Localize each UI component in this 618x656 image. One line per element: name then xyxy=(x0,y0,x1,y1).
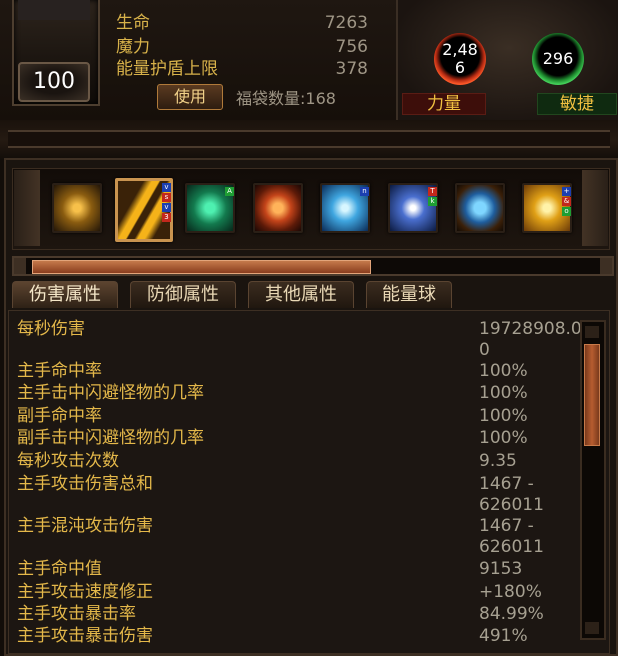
stat-mana: 魔力 756 xyxy=(116,36,368,58)
use-button[interactable]: 使用 xyxy=(157,84,223,110)
lightning-skill-icon[interactable]: n xyxy=(320,183,370,233)
attr-label: 主手攻击伤害总和 xyxy=(17,474,153,494)
stat-mana-value: 756 xyxy=(335,37,368,57)
stat-life-value: 7263 xyxy=(324,13,368,33)
attr-value: 100% xyxy=(479,383,528,403)
attr-label: 副手命中率 xyxy=(17,406,102,426)
tab-energy-orb[interactable]: 能量球 xyxy=(366,281,452,308)
key-v1: v xyxy=(162,183,171,192)
attr-value: 9153 xyxy=(479,559,523,579)
tab-damage[interactable]: 伤害属性 xyxy=(12,281,118,308)
attr-label: 主手攻击暴击伤害 xyxy=(17,626,153,646)
key-n: n xyxy=(360,187,369,196)
attr-value: 491% xyxy=(479,626,528,646)
fire-ring-skill-icon[interactable] xyxy=(253,183,303,233)
attr-value: 84.99% xyxy=(479,604,544,624)
attr-value: +180% xyxy=(479,582,542,602)
golden-cross-skill-icon[interactable]: + & o xyxy=(522,183,572,233)
stat-life-label: 生命 xyxy=(116,13,150,33)
stat-energy-shield-value: 378 xyxy=(335,59,368,79)
stat-energy-shield-label: 能量护盾上限 xyxy=(116,59,218,79)
tab-other[interactable]: 其他属性 xyxy=(248,281,354,308)
key-amp: & xyxy=(562,197,571,206)
attr-value: 1467 - 626011 xyxy=(479,474,544,515)
attr-value: 100% xyxy=(479,428,528,448)
attr-value: 100% xyxy=(479,406,528,426)
strength-value: 2,48 6 xyxy=(442,40,478,77)
skill-bar-left-cap xyxy=(14,170,40,246)
key-t: T xyxy=(428,187,437,196)
level-badge: 100 xyxy=(18,62,90,102)
experience-fill xyxy=(32,260,371,274)
attr-label: 主手命中率 xyxy=(17,361,102,381)
attribute-scrollbar[interactable] xyxy=(580,320,606,640)
agility-orb: 296 xyxy=(532,33,584,85)
attr-value: 1467 - 626011 xyxy=(479,516,544,557)
sword-skill-icon[interactable] xyxy=(52,183,102,233)
attr-label: 主手混沌攻击伤害 xyxy=(17,516,153,536)
attr-label: 主手命中值 xyxy=(17,559,102,579)
agility-label: 敏捷 xyxy=(537,93,617,115)
key-a: A xyxy=(225,187,234,196)
attr-label: 主手攻击暴击率 xyxy=(17,604,136,624)
twin-blades-keys: v s v 3 xyxy=(162,183,171,222)
stat-energy-shield: 能量护盾上限 378 xyxy=(116,58,368,80)
water-orb-skill-icon[interactable] xyxy=(455,183,505,233)
scroll-thumb[interactable] xyxy=(584,344,600,446)
key-3: 3 xyxy=(162,213,171,222)
agility-value: 296 xyxy=(542,49,574,68)
poison-spirit-skill-icon[interactable]: A xyxy=(185,183,235,233)
key-v2: v xyxy=(162,203,171,212)
skill-bar-right-cap xyxy=(582,170,608,246)
attr-value: 9.35 xyxy=(479,451,517,471)
key-s: s xyxy=(162,193,171,202)
experience-bar xyxy=(12,256,614,276)
strength-label: 力量 xyxy=(402,93,486,115)
attr-label: 主手攻击速度修正 xyxy=(17,582,153,602)
stat-life: 生命 7263 xyxy=(116,12,368,34)
stat-mana-label: 魔力 xyxy=(116,37,150,57)
attr-label: 每秒伤害 xyxy=(17,319,85,339)
attribute-list: 每秒伤害 19728908.00 主手命中率 100% 主手击中闪避怪物的几率 … xyxy=(8,310,610,654)
tab-defense[interactable]: 防御属性 xyxy=(130,281,236,308)
twin-blades-skill-icon[interactable]: v s v 3 xyxy=(115,178,173,242)
attr-label: 每秒攻击次数 xyxy=(17,451,119,471)
frost-rune-skill-icon[interactable]: T k xyxy=(388,183,438,233)
key-o: o xyxy=(562,207,571,216)
scroll-up-icon[interactable] xyxy=(585,326,599,338)
strength-orb: 2,48 6 xyxy=(434,33,486,85)
attr-value: 19728908.00 xyxy=(479,319,582,360)
attr-label: 主手击中闪避怪物的几率 xyxy=(17,383,204,403)
ornate-divider xyxy=(0,120,618,160)
attr-value: 100% xyxy=(479,361,528,381)
key-plus: + xyxy=(562,187,571,196)
key-k: k xyxy=(428,197,437,206)
scroll-down-icon[interactable] xyxy=(585,622,599,634)
attr-label: 副手击中闪避怪物的几率 xyxy=(17,428,204,448)
bag-count: 福袋数量:168 xyxy=(236,89,336,108)
